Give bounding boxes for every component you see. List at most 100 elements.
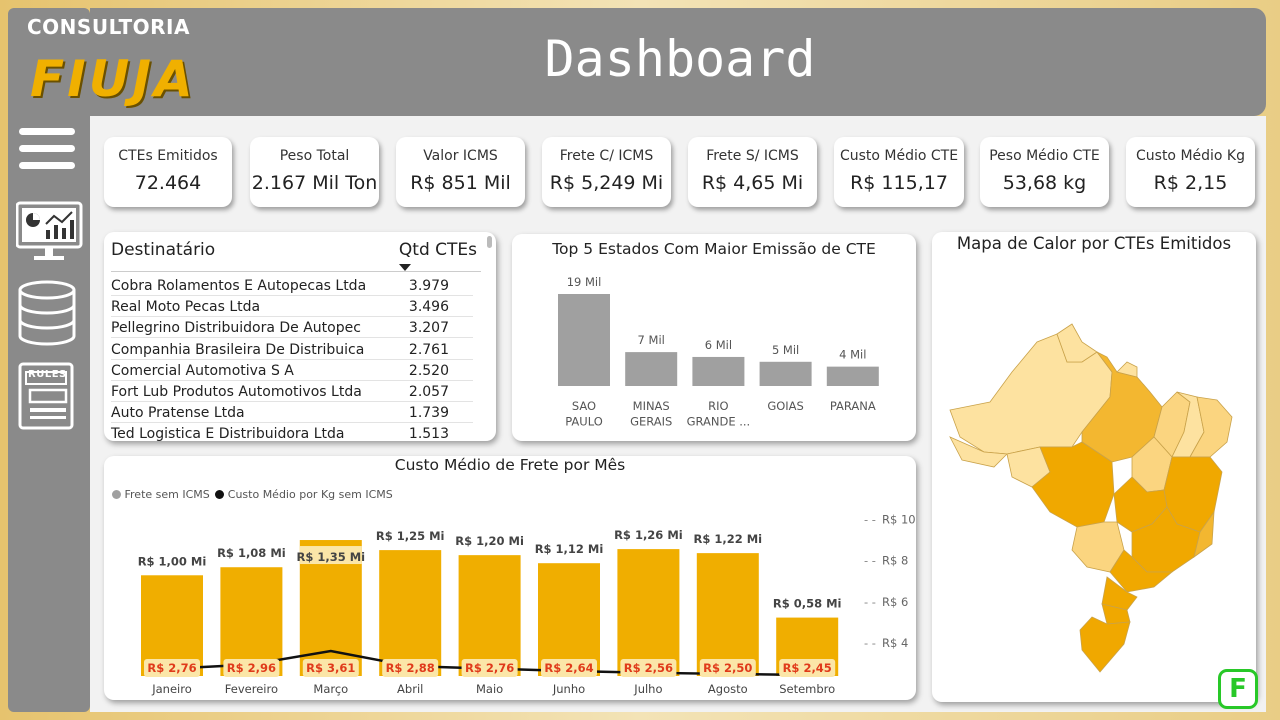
row-destinatario: Real Moto Pecas Ltda <box>111 299 261 316</box>
sort-desc-icon[interactable] <box>399 264 411 271</box>
kpi-card-3: Frete C/ ICMS R$ 5,249 Mi <box>542 137 671 207</box>
page-title: Dashboard <box>544 30 816 88</box>
top5-category-label: PAULO <box>565 415 603 429</box>
kpi-label: Frete S/ ICMS <box>706 148 799 164</box>
month-category-label: Fevereiro <box>225 682 278 696</box>
hamburger-menu-icon[interactable] <box>16 126 78 174</box>
top5-category-label: PARANA <box>830 399 876 413</box>
table-row[interactable]: Pellegrino Distribuidora De Autopec 3.207 <box>111 317 473 339</box>
table-row[interactable]: Ted Logistica E Distribuidora Ltda 1.513 <box>111 423 473 441</box>
kpi-card-7: Custo Médio Kg R$ 2,15 <box>1126 137 1255 207</box>
map-region-rs <box>1079 616 1131 673</box>
row-qtd: 2.520 <box>408 362 449 379</box>
kpi-value: R$ 5,249 Mi <box>549 172 664 194</box>
y2-tick-mark: - - <box>864 512 876 526</box>
month-bar-label: R$ 1,35 Mi <box>296 550 365 564</box>
row-destinatario: Pellegrino Distribuidora De Autopec <box>111 320 361 337</box>
top5-bar[interactable] <box>826 366 879 386</box>
kpi-card-5: Custo Médio CTE R$ 115,17 <box>834 137 964 207</box>
top5-category-label: SAO <box>572 399 596 413</box>
row-qtd: 1.513 <box>408 426 449 441</box>
table-row[interactable]: Comercial Automotiva S A 2.520 <box>111 360 473 381</box>
rules-label: RULES <box>28 369 67 380</box>
row-destinatario: Companhia Brasileira De Distribuica <box>111 341 365 358</box>
y2-tick-label: R$ 8 <box>882 554 908 568</box>
month-category-label: Junho <box>552 682 585 696</box>
map-region-mt <box>1031 441 1115 528</box>
top5-chart: 19 Mil SAO PAULO 7 Mil MINAS GERAIS 6 Mil RIO GR… <box>558 275 879 429</box>
line-data-label: R$ 2,96 <box>227 661 276 675</box>
month-bar-label: R$ 1,20 Mi <box>455 534 524 548</box>
month-category-label: Maio <box>476 682 503 696</box>
top5-bar[interactable] <box>625 352 678 386</box>
top5-category-label: GOIAS <box>767 399 804 413</box>
top5-bar[interactable] <box>759 361 812 386</box>
kpi-label: Valor ICMS <box>423 148 498 164</box>
top5-data-label: 19 Mil <box>567 275 602 289</box>
kpi-card-2: Valor ICMS R$ 851 Mil <box>396 137 525 207</box>
row-destinatario: Fort Lub Produtos Automotivos Ltda <box>111 384 362 400</box>
kpi-card-6: Peso Médio CTE 53,68 kg <box>980 137 1109 207</box>
table-header: Destinatário Qtd CTEs <box>111 240 481 272</box>
table-row[interactable]: Companhia Brasileira De Distribuica 2.761 <box>111 339 473 360</box>
top5-data-label: 7 Mil <box>638 333 665 347</box>
brazil-heatmap[interactable] <box>932 232 1256 702</box>
table-row[interactable]: Auto Pratense Ltda 1.739 <box>111 402 473 424</box>
row-qtd: 3.207 <box>408 320 449 337</box>
rules-book-icon[interactable]: RULES <box>16 362 78 432</box>
row-qtd: 1.739 <box>408 405 449 422</box>
line-data-label: R$ 2,76 <box>465 661 514 675</box>
kpi-value: R$ 115,17 <box>850 172 948 194</box>
kpi-label: Peso Total <box>279 148 350 164</box>
month-category-label: Março <box>313 682 348 696</box>
kpi-label: Peso Médio CTE <box>989 148 1100 164</box>
kpi-label: Frete C/ ICMS <box>559 148 654 164</box>
monitor-chart-icon[interactable] <box>15 200 83 264</box>
month-category-label: Julho <box>633 682 662 696</box>
table-row[interactable]: Real Moto Pecas Ltda 3.496 <box>111 296 473 318</box>
y2-tick-label: R$ 6 <box>882 595 908 609</box>
month-category-label: Abril <box>397 682 423 696</box>
month-bar-label: R$ 1,22 Mi <box>693 532 762 546</box>
col-qtd-ctes[interactable]: Qtd CTEs <box>399 240 477 260</box>
kpi-label: CTEs Emitidos <box>118 148 218 164</box>
kpi-value: R$ 2,15 <box>1153 172 1228 194</box>
database-icon[interactable] <box>16 280 78 346</box>
month-bar[interactable] <box>696 553 759 676</box>
month-bar-label: R$ 1,25 Mi <box>376 529 445 543</box>
y2-tick-label: R$ 10 <box>882 512 916 526</box>
brand-logo: FIUJA <box>30 50 196 108</box>
col-destinatario[interactable]: Destinatário <box>111 240 215 260</box>
brand-consultoria: CONSULTORIA <box>27 15 190 39</box>
table-row[interactable]: Cobra Rolamentos E Autopecas Ltda 3.979 <box>111 275 473 296</box>
table-row[interactable]: Fort Lub Produtos Automotivos Ltda 2.057 <box>111 381 473 402</box>
top5-bar[interactable] <box>692 356 745 386</box>
kpi-card-0: CTEs Emitidos 72.464 <box>104 137 232 207</box>
y2-tick-label: R$ 4 <box>882 636 908 650</box>
monthly-chart: - - R$ 4 - - R$ 6 - - R$ 8 - - R$ 10 R$ 1,00 Mi J… <box>138 512 916 696</box>
fiuja-badge[interactable]: F <box>1218 669 1258 709</box>
badge-letter: F <box>1229 674 1247 704</box>
row-destinatario: Ted Logistica E Distribuidora Ltda <box>111 426 345 441</box>
kpi-value: 53,68 kg <box>1002 172 1087 194</box>
top5-category-label: RIO <box>708 399 728 413</box>
custo-medio-card: Custo Médio de Frete por Mês Frete sem I… <box>104 456 916 700</box>
kpi-value: R$ 4,65 Mi <box>701 172 804 194</box>
month-bar[interactable] <box>617 549 680 676</box>
row-destinatario: Cobra Rolamentos E Autopecas Ltda <box>111 278 367 294</box>
month-bar[interactable] <box>379 550 442 676</box>
top5-bar[interactable] <box>558 294 610 386</box>
row-qtd: 3.496 <box>408 299 449 316</box>
mapa-calor-card: Mapa de Calor por CTEs Emitidos <box>932 232 1256 702</box>
y2-tick-mark: - - <box>864 595 876 609</box>
y2-tick-mark: - - <box>864 554 876 568</box>
line-data-label: R$ 2,88 <box>386 661 435 675</box>
month-bar[interactable] <box>458 555 521 676</box>
table-scrollbar[interactable] <box>487 236 492 248</box>
row-destinatario: Auto Pratense Ltda <box>111 405 245 422</box>
header-bar: Dashboard <box>90 8 1266 116</box>
top5-data-label: 6 Mil <box>705 338 732 352</box>
line-data-label: R$ 2,50 <box>703 661 752 675</box>
month-bar-label: R$ 1,26 Mi <box>614 528 683 542</box>
top5-category-label: GRANDE ... <box>687 415 751 429</box>
